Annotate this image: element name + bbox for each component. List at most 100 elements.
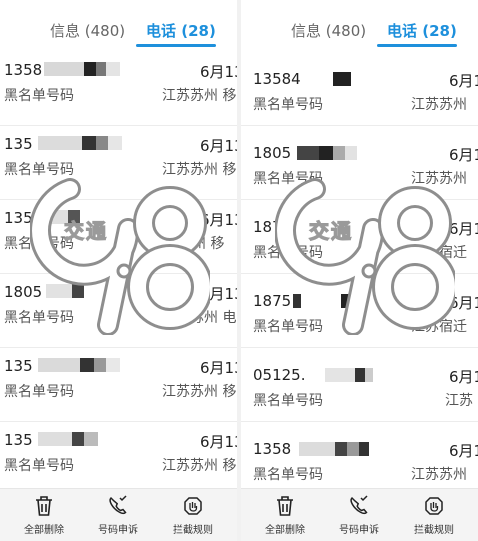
- blacklist-tag: 黑名单号码: [4, 162, 74, 178]
- number-complaint-label: 号码申诉: [339, 525, 379, 536]
- phone-number: 135: [4, 431, 33, 449]
- blacklist-tag: 黑名单号码: [253, 467, 323, 483]
- phone-complaint-icon: [350, 495, 368, 515]
- phone-number: 1358: [253, 440, 292, 458]
- phone-number: 135: [4, 135, 33, 153]
- call-date: 6月13: [200, 63, 237, 81]
- redaction-mask: [293, 294, 301, 308]
- blacklist-tag: 黑名单号码: [253, 171, 323, 187]
- redaction-mask: [38, 358, 120, 372]
- active-tab-indicator: [136, 44, 216, 47]
- delete-all-button[interactable]: 全部删除: [255, 495, 315, 536]
- phone-number: 13584: [253, 70, 301, 88]
- call-date: 6月1: [449, 146, 478, 164]
- redaction-mask: [341, 294, 361, 308]
- call-date: 6月13: [200, 433, 237, 451]
- call-date: 6月1: [449, 72, 478, 90]
- call-location: 江苏苏州 移: [162, 384, 237, 400]
- redaction-mask: [38, 432, 98, 446]
- redaction-mask: [297, 146, 357, 160]
- blacklist-tag: 黑名单号码: [253, 393, 323, 409]
- list-item[interactable]: 13584 黑名单号码 6月1 江苏苏州: [241, 52, 478, 126]
- list-item[interactable]: 1805 黑名单号码 6月13 江苏苏州 电: [0, 274, 237, 348]
- tab-bar: 信息 (480) 电话 (28): [0, 0, 237, 48]
- delete-all-button[interactable]: 全部删除: [14, 495, 74, 536]
- list-item[interactable]: 1805 黑名单号码 6月1 江苏苏州: [241, 126, 478, 200]
- call-date: 6月13: [200, 285, 237, 303]
- block-rules-button[interactable]: 拦截规则: [404, 495, 464, 536]
- call-date: 6月1: [449, 220, 478, 238]
- list-item[interactable]: 135 黑名单号码 6月13 苏州 移: [0, 200, 237, 274]
- number-complaint-button[interactable]: 号码申诉: [88, 495, 148, 536]
- phone-number: 135: [4, 209, 33, 227]
- call-location: 江苏苏州: [411, 467, 467, 483]
- delete-all-label: 全部删除: [265, 525, 305, 536]
- list-item[interactable]: 05125. 黑名单号码 6月1 江苏: [241, 348, 478, 422]
- call-location: 江苏苏州: [411, 171, 467, 187]
- phone-number: 187: [253, 218, 282, 236]
- call-date: 6月13: [200, 137, 237, 155]
- bottom-toolbar: 全部删除 号码申诉 拦截规则: [0, 488, 237, 541]
- redaction-mask: [38, 136, 122, 150]
- tab-calls[interactable]: 电话 (28): [387, 20, 457, 41]
- blacklist-tag: 黑名单号码: [4, 310, 74, 326]
- redaction-mask: [325, 368, 373, 382]
- blacklist-tag: 黑名单号码: [253, 245, 323, 261]
- block-rules-label: 拦截规则: [173, 525, 213, 536]
- trash-icon: [277, 496, 293, 516]
- block-rules-button[interactable]: 拦截规则: [163, 495, 223, 536]
- redaction-mask: [299, 442, 369, 456]
- call-date: 6月13: [200, 211, 237, 229]
- call-location: 江苏苏州 移: [162, 162, 237, 178]
- call-date: 6月13: [200, 359, 237, 377]
- tab-messages[interactable]: 信息 (480): [50, 20, 125, 41]
- number-complaint-button[interactable]: 号码申诉: [329, 495, 389, 536]
- call-date: 6月1: [449, 368, 478, 386]
- number-complaint-label: 号码申诉: [98, 525, 138, 536]
- phone-number: 135: [4, 357, 33, 375]
- call-list: 13584 黑名单号码 6月1 江苏苏州 1805 黑名单号码 6月1 江苏苏州…: [241, 52, 478, 496]
- blacklist-tag: 黑名单号码: [4, 88, 74, 104]
- tab-bar: 信息 (480) 电话 (28): [241, 0, 478, 48]
- hand-block-icon: [184, 497, 202, 515]
- hand-block-icon: [425, 497, 443, 515]
- list-item[interactable]: 135 黑名单号码 6月13 江苏苏州 移: [0, 348, 237, 422]
- redaction-mask: [333, 72, 351, 86]
- block-rules-label: 拦截规则: [414, 525, 454, 536]
- call-location: 江苏苏州 电: [162, 310, 237, 326]
- list-item[interactable]: 135 黑名单号码 6月13 江苏苏州 移: [0, 422, 237, 496]
- phone-number: 05125.: [253, 366, 306, 384]
- call-location: 江苏苏州 移: [162, 88, 237, 104]
- phone-number: 1805: [253, 144, 292, 162]
- call-location: 江苏: [445, 393, 473, 409]
- redaction-mask: [44, 62, 120, 76]
- call-location: 江苏宿迁: [411, 319, 467, 335]
- call-location: 江苏宿迁: [411, 245, 467, 261]
- list-item[interactable]: 187 黑名单号码 6月1 江苏宿迁: [241, 200, 478, 274]
- list-item[interactable]: 1875 黑名单号码 6月1 江苏宿迁: [241, 274, 478, 348]
- list-item[interactable]: 1358 黑名单号码 6月13 江苏苏州 移: [0, 52, 237, 126]
- blacklist-tag: 黑名单号码: [4, 236, 74, 252]
- blacklist-tag: 黑名单号码: [253, 97, 323, 113]
- call-location: 苏州 移: [178, 236, 225, 252]
- tab-calls[interactable]: 电话 (28): [146, 20, 216, 41]
- phone-complaint-icon: [109, 495, 127, 515]
- delete-all-label: 全部删除: [24, 525, 64, 536]
- call-location: 江苏苏州 移: [162, 458, 237, 474]
- redaction-mask: [46, 284, 84, 298]
- phone-number: 1805: [4, 283, 43, 301]
- redaction-mask: [38, 210, 80, 224]
- call-date: 6月1: [449, 442, 478, 460]
- call-list: 1358 黑名单号码 6月13 江苏苏州 移 135 黑名单号码 6月13 江苏…: [0, 52, 237, 496]
- call-location: 江苏苏州: [411, 97, 467, 113]
- blacklist-tag: 黑名单号码: [253, 319, 323, 335]
- bottom-toolbar: 全部删除 号码申诉 拦截规则: [241, 488, 478, 541]
- blocked-calls-panel-right: 信息 (480) 电话 (28) 13584 黑名单号码 6月1 江苏苏州 18…: [241, 0, 478, 541]
- list-item[interactable]: 135 黑名单号码 6月13 江苏苏州 移: [0, 126, 237, 200]
- blocked-calls-panel-left: 信息 (480) 电话 (28) 1358 黑名单号码 6月13 江苏苏州 移 …: [0, 0, 237, 541]
- trash-icon: [36, 496, 52, 516]
- active-tab-indicator: [377, 44, 457, 47]
- phone-number: 1358: [4, 61, 43, 79]
- list-item[interactable]: 1358 黑名单号码 6月1 江苏苏州: [241, 422, 478, 496]
- tab-messages[interactable]: 信息 (480): [291, 20, 366, 41]
